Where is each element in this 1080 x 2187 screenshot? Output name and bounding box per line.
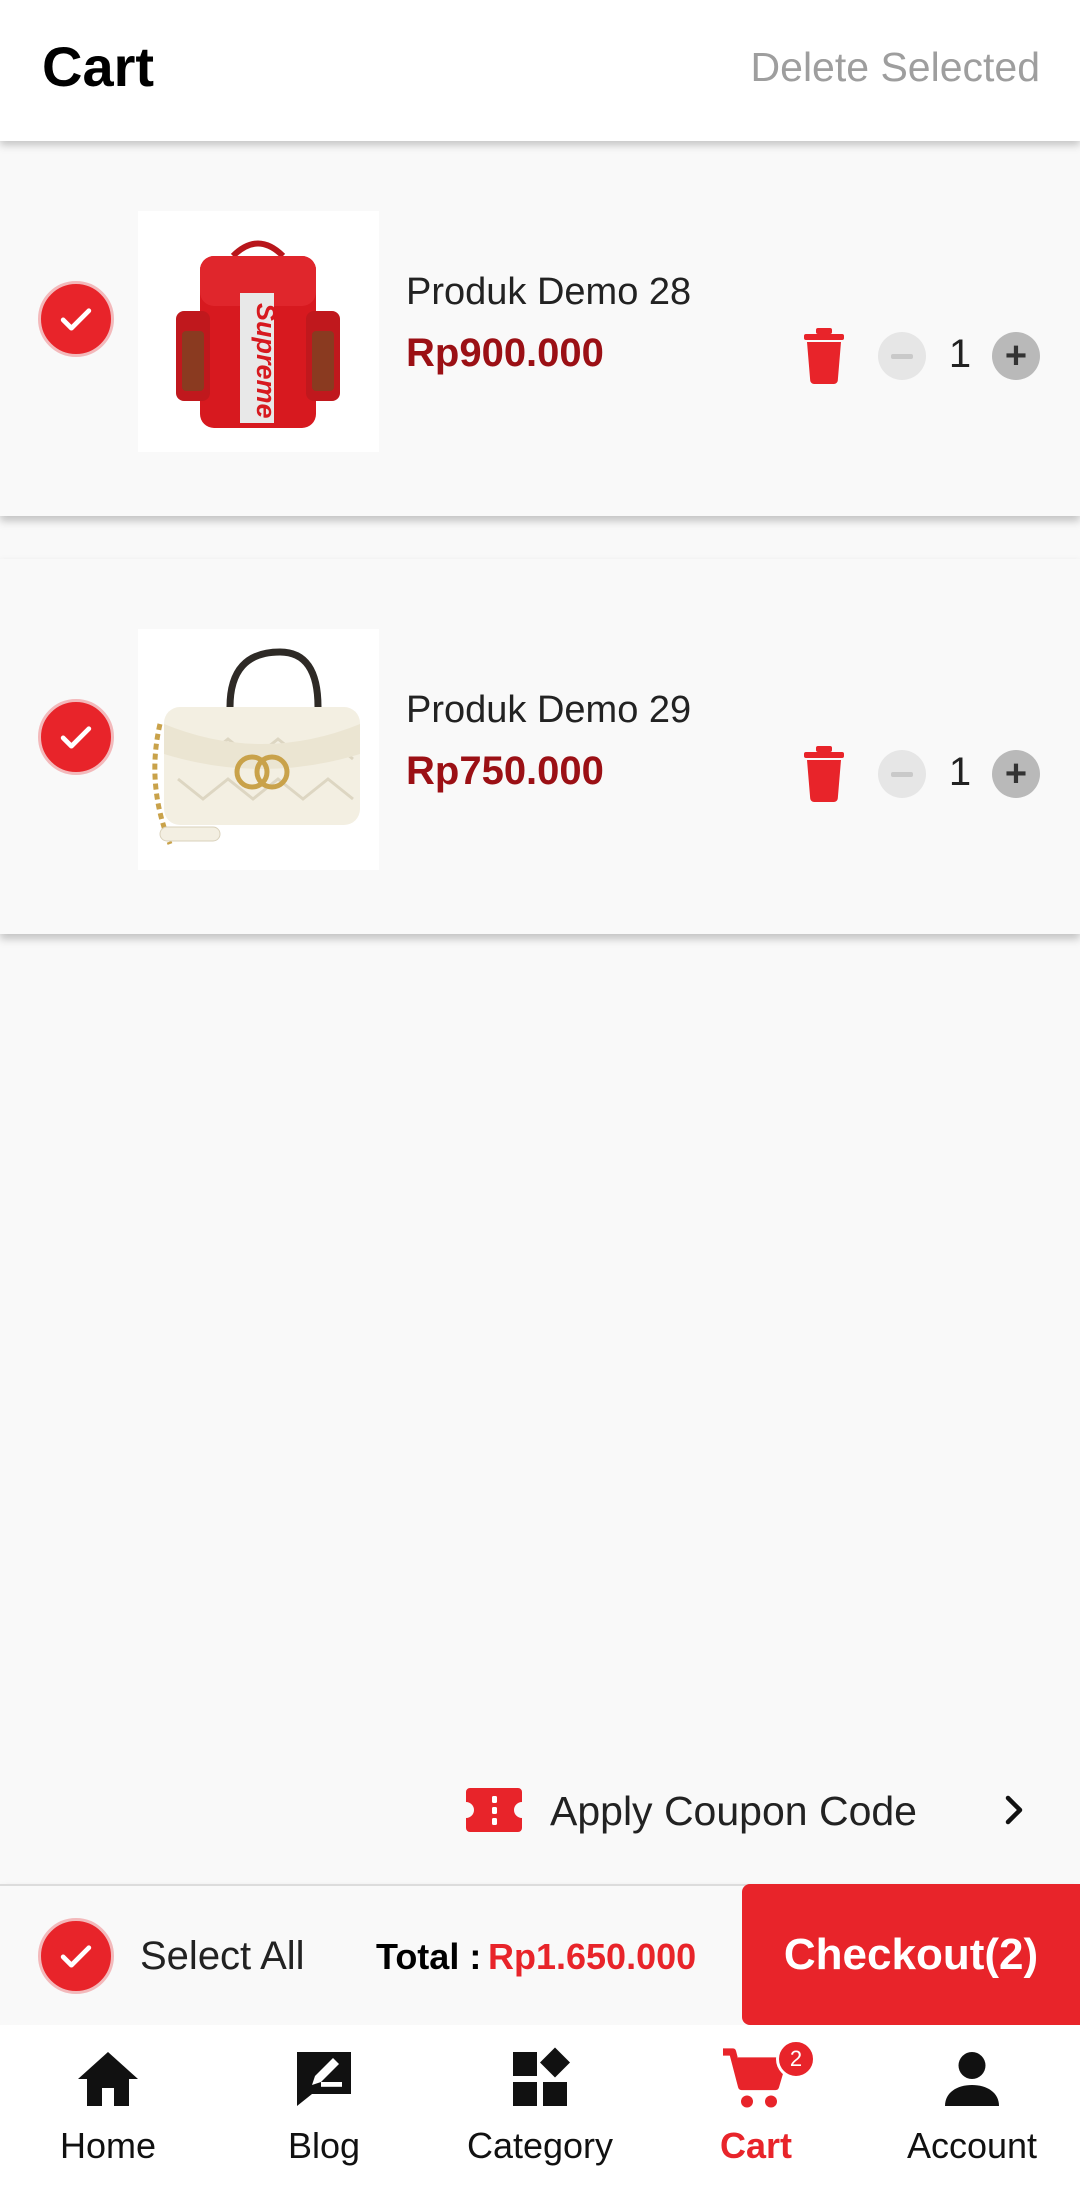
nav-label: Category [466,2125,614,2166]
coupon-ticket-icon [466,1788,522,1832]
nav-home[interactable]: Home [0,2025,216,2187]
cart-item: Supreme Produk Demo 28 Rp900.000 1 + [0,141,1080,516]
decrease-quantity-button[interactable] [878,332,926,380]
nav-account[interactable]: Account [864,2025,1080,2187]
trash-icon[interactable] [800,746,848,802]
nav-blog[interactable]: Blog [216,2025,432,2187]
trash-icon[interactable] [800,328,848,384]
item-checkbox[interactable] [38,699,114,775]
nav-label: Home [59,2125,157,2166]
backpack-image: Supreme [138,211,379,452]
product-image[interactable]: Supreme [138,211,379,452]
apply-coupon-button[interactable]: Apply Coupon Code [466,1780,1036,1840]
product-name[interactable]: Produk Demo 28 [406,271,691,314]
coupon-label: Apply Coupon Code [550,1788,917,1834]
nav-label: Account [906,2125,1038,2166]
blog-edit-icon [297,2052,351,2106]
cart-item: Produk Demo 29 Rp750.000 1 + [0,559,1080,934]
select-all-label[interactable]: Select All [140,1934,305,1979]
checkmark-icon [60,308,92,331]
increase-quantity-button[interactable]: + [992,332,1040,380]
supreme-logo: Supreme [251,303,281,419]
item-checkbox[interactable] [38,281,114,357]
chevron-right-icon [1005,1795,1023,1825]
delete-selected-button[interactable]: Delete Selected [751,44,1040,91]
quantity-value: 1 [948,332,972,376]
quantity-value: 1 [948,750,972,794]
checkmark-icon [60,1945,92,1968]
nav-label: Cart [719,2125,793,2166]
decrease-quantity-button[interactable] [878,750,926,798]
product-price: Rp750.000 [406,749,604,793]
bottom-navigation: Home Blog Category 2 Cart Account [0,2025,1080,2187]
nav-category[interactable]: Category [432,2025,648,2187]
nav-label: Blog [287,2125,361,2166]
checkout-summary-bar: Select All Total : Rp1.650.000 Checkout(… [0,1884,1080,2025]
account-icon [945,2052,999,2106]
handbag-image [138,629,379,870]
select-all-checkbox[interactable] [38,1918,114,1994]
checkout-button[interactable]: Checkout(2) [742,1884,1080,2025]
total-value: Rp1.650.000 [488,1936,697,1977]
cart-count-badge: 2 [776,2039,816,2079]
checkmark-icon [60,726,92,749]
category-icon [513,2047,570,2106]
product-price: Rp900.000 [406,331,604,375]
app-bar: Cart Delete Selected [0,0,1080,141]
total-label: Total : [376,1936,482,1977]
home-icon [78,2052,138,2106]
product-image[interactable] [138,629,379,870]
nav-cart[interactable]: 2 Cart [648,2025,864,2187]
page-title: Cart [42,35,155,98]
increase-quantity-button[interactable]: + [992,750,1040,798]
product-name[interactable]: Produk Demo 29 [406,689,691,732]
